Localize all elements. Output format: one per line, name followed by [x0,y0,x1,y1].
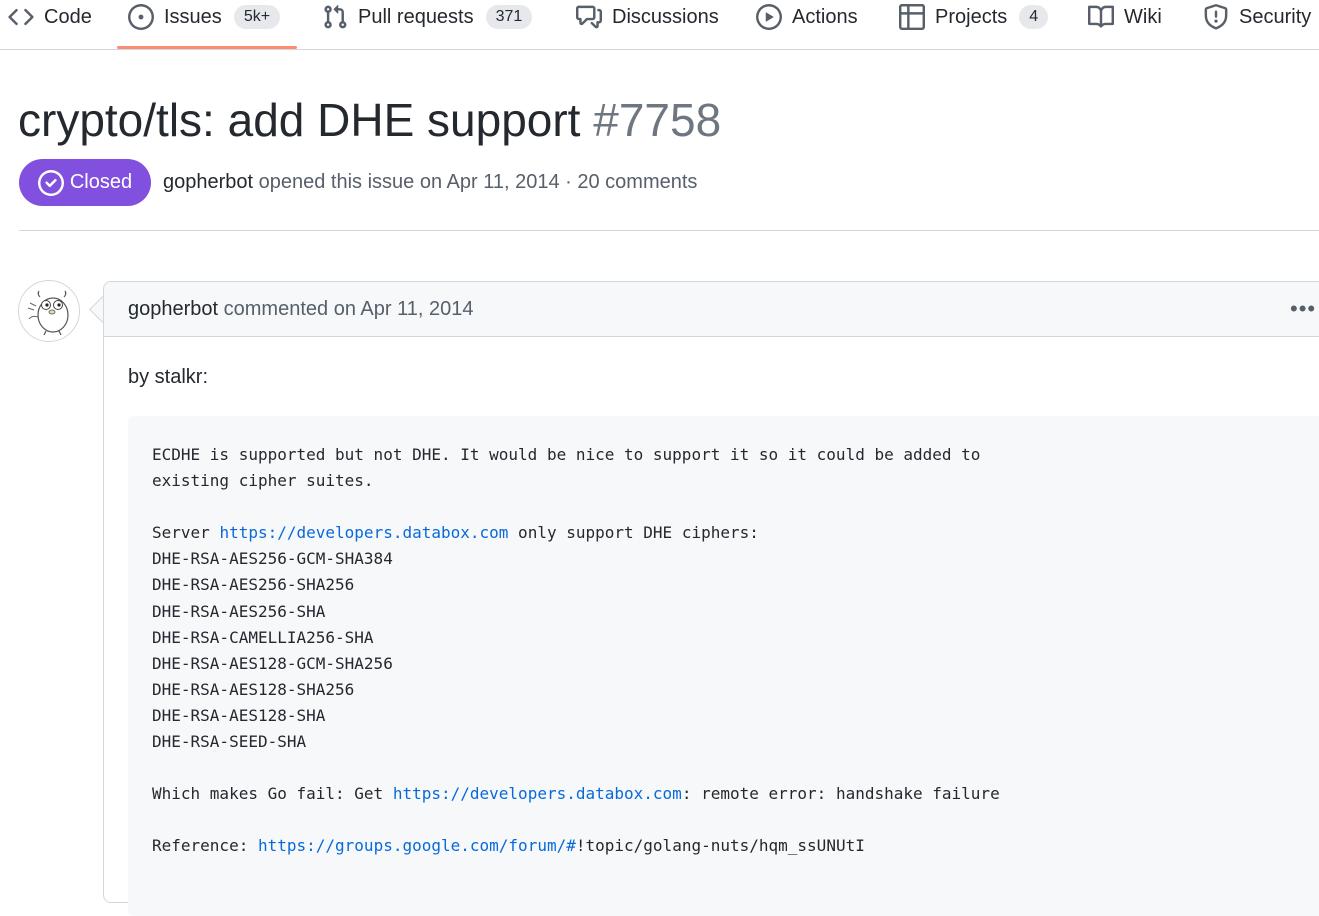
code-text: DHE-RSA-AES128-SHA256 [152,679,355,699]
tab-projects[interactable]: Projects 4 [899,0,1049,34]
code-text: only support DHE ciphers: [508,523,759,543]
table-icon [899,4,925,30]
tab-label: Projects [935,5,1008,28]
tab-pull-requests[interactable]: Pull requests 371 [322,0,533,34]
tab-wiki[interactable]: Wiki [1088,0,1162,34]
comment-author-link[interactable]: gopherbot [128,298,218,320]
code-text: DHE-RSA-AES128-SHA [152,705,326,725]
code-line: DHE-RSA-AES128-SHA256 [152,677,1000,703]
issue-closed-icon [37,169,64,196]
comment-byline: gopherbot commented on Apr 11, 2014 [128,298,473,321]
shield-icon [1203,4,1229,30]
tab-label: Security [1239,5,1312,28]
code-link[interactable]: https://groups.google.com/forum/# [258,836,576,855]
issue-meta-text: opened this issue on Apr 11, 2014 · 20 c… [258,171,698,193]
tab-actions[interactable]: Actions [756,0,858,34]
projects-counter: 4 [1019,5,1049,29]
code-line: DHE-RSA-AES128-SHA [152,703,1000,729]
kebab-horizontal-icon[interactable]: ••• [1290,296,1316,322]
code-line: DHE-RSA-CAMELLIA256-SHA [152,625,1000,651]
comment-box: gopherbot commented on Apr 11, 2014 ••• … [103,281,1319,916]
code-text: DHE-RSA-AES256-GCM-SHA384 [152,549,393,569]
comment-action: commented on Apr 11, 2014 [223,298,474,320]
issue-state-badge: Closed [19,159,151,206]
code-text: Reference: [152,836,258,856]
code-text: existing cipher suites. [152,471,374,491]
header-divider [19,230,1319,231]
issue-title: crypto/tls: add DHE support #7758 [18,90,721,150]
code-line: DHE-RSA-AES256-GCM-SHA384 [152,546,1000,572]
code-text: !topic/golang-nuts/hqm_ssUNUtI [575,836,865,856]
gopher-icon [27,290,69,336]
issue-opened-icon [128,4,154,30]
code-icon [8,4,34,30]
tab-label: Actions [792,5,858,28]
code-text: Server [152,523,220,543]
avatar[interactable] [18,280,80,342]
comment-discussion-icon [576,4,602,30]
tab-label: Wiki [1124,5,1162,28]
code-lines: ECDHE is supported but not DHE. It would… [152,442,1000,860]
code-text: : remote error: handshake failure [681,784,1000,804]
code-text: Which makes Go fail: Get [152,784,393,804]
code-line: DHE-RSA-AES256-SHA [152,599,1000,625]
play-icon [756,4,782,30]
git-pull-request-icon [322,4,348,30]
code-line: Which makes Go fail: Get https://develop… [152,781,1000,807]
code-text: DHE-RSA-AES256-SHA [152,601,326,621]
tab-label: Issues [164,5,222,28]
code-line: Server https://developers.databox.com on… [152,520,1000,546]
tab-discussions[interactable]: Discussions [576,0,719,34]
book-icon [1088,4,1114,30]
code-link[interactable]: https://developers.databox.com [393,784,682,803]
issue-meta: gopherbot opened this issue on Apr 11, 2… [163,171,697,194]
comment-header: gopherbot commented on Apr 11, 2014 ••• [104,282,1319,337]
code-text: DHE-RSA-SEED-SHA [152,732,307,752]
active-tab-underline [117,46,297,49]
issue-state-label: Closed [69,171,133,193]
code-line: Reference: https://groups.google.com/for… [152,833,1000,859]
tab-label: Pull requests [358,5,474,28]
code-line: existing cipher suites. [152,468,1000,494]
tab-label: Code [44,5,92,28]
issue-number: #7758 [593,94,722,146]
repo-nav: Code Issues 5k+ Pull requests 371 Discus… [0,0,1319,50]
tab-security[interactable]: Security [1203,0,1311,34]
code-text: ECDHE is supported but not DHE. It would… [152,445,981,464]
tab-label: Discussions [612,5,719,28]
code-line: DHE-RSA-AES256-SHA256 [152,572,1000,598]
pull-requests-counter: 371 [485,5,533,29]
issues-counter: 5k+ [233,5,281,29]
code-text: DHE-RSA-AES256-SHA256 [152,575,355,595]
code-text: DHE-RSA-AES128-GCM-SHA256 [152,653,393,673]
code-line: ECDHE is supported but not DHE. It would… [152,442,1000,468]
tab-issues[interactable]: Issues 5k+ [128,0,281,34]
issue-title-text: crypto/tls: add DHE support [18,94,581,146]
issue-author-link[interactable]: gopherbot [163,171,253,193]
code-link[interactable]: https://developers.databox.com [219,523,508,542]
code-line: DHE-RSA-AES128-GCM-SHA256 [152,651,1000,677]
tab-code[interactable]: Code [8,0,92,34]
code-text: DHE-RSA-CAMELLIA256-SHA [152,627,374,647]
code-line: DHE-RSA-SEED-SHA [152,729,1000,755]
comment-by-line: by stalkr: [128,366,209,388]
code-block: ECDHE is supported but not DHE. It would… [128,416,1319,916]
